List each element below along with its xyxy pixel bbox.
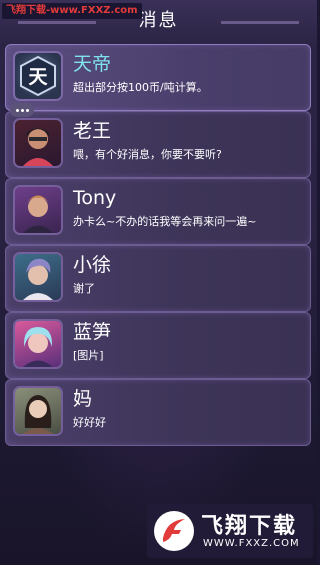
contact-name: 老王 [73, 120, 112, 142]
conversation-item[interactable]: 妈 好好好 [5, 379, 311, 446]
person-icon [23, 327, 53, 367]
person-icon [23, 128, 53, 166]
conversation-item[interactable]: 蓝笋 [图片] [5, 312, 311, 379]
conversation-item[interactable]: 老王 喂，有个好消息，你要不要听? [5, 103, 311, 178]
contact-name: 天帝 [73, 53, 112, 75]
messages-screen: 消息 飞翔下载-www.FXXZ.com 天 天帝 超出部分按100币/吨计算。 [0, 0, 317, 565]
last-message: 谢了 [73, 282, 95, 295]
watermark-url: www.FXXZ.com [50, 5, 138, 16]
watermark-site: 飞翔下载 [6, 5, 46, 16]
last-message: 办卡么~不办的话我等会再来问一遍~ [73, 215, 257, 228]
watermark-brand-url: WWW.FXXZ.COM [203, 538, 300, 549]
conversation-item[interactable]: Tony 办卡么~不办的话我等会再来问一遍~ [5, 178, 311, 245]
tiandi-emblem-avatar: 天 [15, 53, 61, 99]
lansun-avatar [15, 321, 61, 367]
last-message: 超出部分按100币/吨计算。 [73, 81, 208, 94]
contact-name: 蓝笋 [73, 321, 112, 343]
conversation-list: 天 天帝 超出部分按100币/吨计算。 老王 喂，有个好消息，你要不要听? To… [5, 44, 311, 446]
person-icon [23, 395, 53, 434]
person-icon [23, 195, 53, 233]
laowang-avatar [15, 120, 61, 166]
last-message: 喂，有个好消息，你要不要听? [73, 148, 222, 161]
contact-name: 妈 [73, 388, 93, 410]
conversation-item[interactable]: 天 天帝 超出部分按100币/吨计算。 [5, 44, 311, 111]
watermark-bottom: 飞翔下载 WWW.FXXZ.COM [147, 504, 313, 558]
last-message: 好好好 [73, 416, 106, 429]
emblem-icon: 天 [20, 55, 56, 97]
xiaoxu-avatar [15, 254, 61, 300]
contact-name: Tony [73, 187, 117, 209]
contact-name: 小徐 [73, 254, 112, 276]
fxxz-logo-icon [154, 511, 194, 551]
svg-text:天: 天 [28, 66, 48, 88]
last-message: [图片] [73, 349, 104, 362]
typing-indicator-icon [10, 103, 34, 117]
person-icon [23, 258, 53, 300]
watermark-brand: 飞翔下载 [201, 514, 298, 539]
conversation-item[interactable]: 小徐 谢了 [5, 245, 311, 312]
tony-avatar [15, 187, 61, 233]
mom-avatar [15, 388, 61, 434]
watermark-top: 飞翔下载-www.FXXZ.com [2, 3, 142, 19]
